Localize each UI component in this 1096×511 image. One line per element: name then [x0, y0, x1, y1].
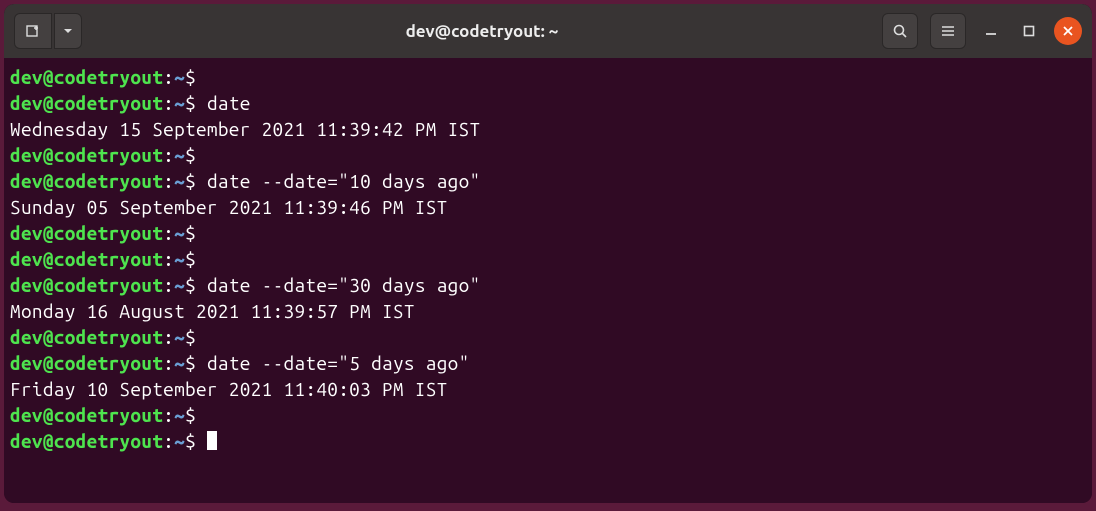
hamburger-icon — [940, 23, 956, 39]
terminal-body[interactable]: dev@codetryout:~$ dev@codetryout:~$ date… — [4, 58, 1092, 503]
menu-button[interactable] — [930, 13, 966, 49]
terminal-line: dev@codetryout:~$ date --date="10 days a… — [10, 168, 1086, 194]
prompt-separator: : — [163, 66, 174, 88]
terminal-line: dev@codetryout:~$ date — [10, 90, 1086, 116]
titlebar-right-controls — [882, 13, 1082, 49]
window-title: dev@codetryout: ~ — [90, 22, 874, 41]
command-text — [196, 222, 207, 244]
prompt-path: ~ — [174, 248, 185, 270]
prompt-path: ~ — [174, 430, 185, 452]
terminal-line: dev@codetryout:~$ date --date="30 days a… — [10, 272, 1086, 298]
prompt-symbol: $ — [185, 430, 196, 452]
prompt-symbol: $ — [185, 66, 196, 88]
close-button[interactable] — [1054, 17, 1082, 45]
prompt-separator: : — [163, 326, 174, 348]
prompt-user-host: dev@codetryout — [10, 430, 163, 452]
new-tab-button[interactable] — [14, 13, 52, 49]
prompt-path: ~ — [174, 352, 185, 374]
prompt-symbol: $ — [185, 248, 196, 270]
prompt-path: ~ — [174, 92, 185, 114]
prompt-path: ~ — [174, 66, 185, 88]
terminal-line: dev@codetryout:~$ — [10, 428, 1086, 454]
command-text: date --date="10 days ago" — [196, 170, 480, 192]
chevron-down-icon — [63, 26, 73, 36]
prompt-separator: : — [163, 404, 174, 426]
search-icon — [892, 23, 908, 39]
terminal-line: dev@codetryout:~$ — [10, 402, 1086, 428]
prompt-user-host: dev@codetryout — [10, 222, 163, 244]
prompt-user-host: dev@codetryout — [10, 248, 163, 270]
maximize-button[interactable] — [1016, 18, 1042, 44]
prompt-user-host: dev@codetryout — [10, 404, 163, 426]
prompt-path: ~ — [174, 274, 185, 296]
command-text: date — [196, 92, 251, 114]
prompt-path: ~ — [174, 170, 185, 192]
prompt-separator: : — [163, 248, 174, 270]
prompt-symbol: $ — [185, 326, 196, 348]
prompt-separator: : — [163, 430, 174, 452]
prompt-symbol: $ — [185, 274, 196, 296]
close-icon — [1062, 25, 1074, 37]
prompt-user-host: dev@codetryout — [10, 144, 163, 166]
search-button[interactable] — [882, 13, 918, 49]
tab-dropdown-button[interactable] — [54, 13, 82, 49]
terminal-line: dev@codetryout:~$ — [10, 142, 1086, 168]
prompt-user-host: dev@codetryout — [10, 326, 163, 348]
prompt-path: ~ — [174, 144, 185, 166]
output-text: Sunday 05 September 2021 11:39:46 PM IST — [10, 196, 448, 218]
terminal-line: Friday 10 September 2021 11:40:03 PM IST — [10, 376, 1086, 402]
cursor — [207, 431, 217, 450]
terminal-line: dev@codetryout:~$ — [10, 220, 1086, 246]
prompt-user-host: dev@codetryout — [10, 352, 163, 374]
command-text: date --date="5 days ago" — [196, 352, 470, 374]
command-text — [196, 404, 207, 426]
terminal-line: dev@codetryout:~$ date --date="5 days ag… — [10, 350, 1086, 376]
prompt-user-host: dev@codetryout — [10, 66, 163, 88]
terminal-line: dev@codetryout:~$ — [10, 64, 1086, 90]
prompt-separator: : — [163, 274, 174, 296]
terminal-window: dev@codetryout: ~ — [4, 4, 1092, 503]
prompt-user-host: dev@codetryout — [10, 92, 163, 114]
output-text: Friday 10 September 2021 11:40:03 PM IST — [10, 378, 448, 400]
command-text: date --date="30 days ago" — [196, 274, 480, 296]
output-text: Wednesday 15 September 2021 11:39:42 PM … — [10, 118, 480, 140]
prompt-separator: : — [163, 352, 174, 374]
new-tab-icon — [25, 23, 41, 39]
prompt-symbol: $ — [185, 170, 196, 192]
titlebar-left-controls — [14, 13, 82, 49]
terminal-line: Wednesday 15 September 2021 11:39:42 PM … — [10, 116, 1086, 142]
terminal-line: dev@codetryout:~$ — [10, 246, 1086, 272]
titlebar: dev@codetryout: ~ — [4, 4, 1092, 58]
terminal-line: Sunday 05 September 2021 11:39:46 PM IST — [10, 194, 1086, 220]
prompt-separator: : — [163, 222, 174, 244]
command-text — [196, 144, 207, 166]
minimize-icon — [985, 25, 997, 37]
command-text — [196, 66, 207, 88]
prompt-symbol: $ — [185, 222, 196, 244]
prompt-path: ~ — [174, 222, 185, 244]
terminal-line: Monday 16 August 2021 11:39:57 PM IST — [10, 298, 1086, 324]
prompt-user-host: dev@codetryout — [10, 274, 163, 296]
output-text: Monday 16 August 2021 11:39:57 PM IST — [10, 300, 415, 322]
prompt-separator: : — [163, 144, 174, 166]
prompt-separator: : — [163, 170, 174, 192]
terminal-line: dev@codetryout:~$ — [10, 324, 1086, 350]
prompt-path: ~ — [174, 326, 185, 348]
command-text — [196, 326, 207, 348]
minimize-button[interactable] — [978, 18, 1004, 44]
prompt-symbol: $ — [185, 144, 196, 166]
prompt-symbol: $ — [185, 92, 196, 114]
prompt-symbol: $ — [185, 352, 196, 374]
prompt-separator: : — [163, 92, 174, 114]
prompt-symbol: $ — [185, 404, 196, 426]
command-text — [196, 248, 207, 270]
maximize-icon — [1023, 25, 1035, 37]
command-text — [196, 430, 207, 452]
prompt-user-host: dev@codetryout — [10, 170, 163, 192]
prompt-path: ~ — [174, 404, 185, 426]
